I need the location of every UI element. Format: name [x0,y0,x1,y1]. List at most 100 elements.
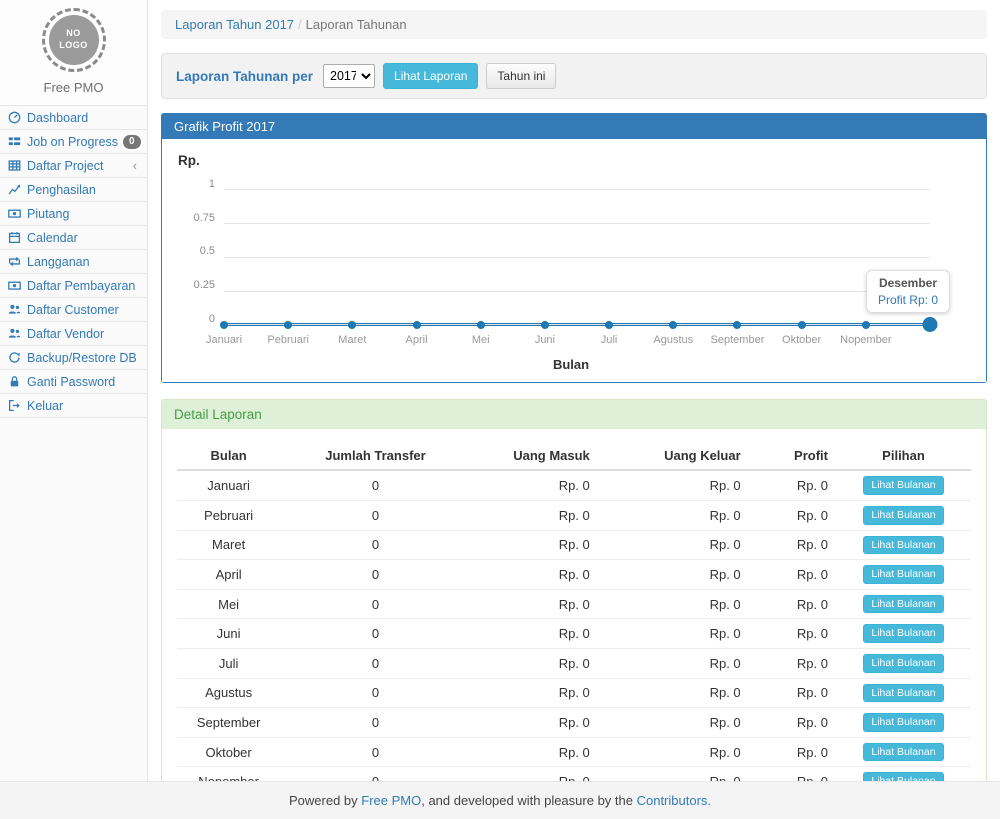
cell: Juli [177,648,280,678]
table-row-mei: Mei0Rp. 0Rp. 0Rp. 0Lihat Bulanan [177,589,971,619]
y-tick-label: 1 [209,178,215,190]
chevron-left-icon: ‹ [133,158,139,173]
view-report-button[interactable]: Lihat Laporan [383,63,478,89]
sidebar-item-ganti-password[interactable]: Ganti Password [0,370,147,394]
this-year-button[interactable]: Tahun ini [486,63,556,89]
breadcrumb-link[interactable]: Laporan Tahun 2017 [175,17,294,32]
sidebar-item-daftar-pembayaran[interactable]: Daftar Pembayaran [0,274,147,298]
sidebar-item-penghasilan[interactable]: Penghasilan [0,178,147,202]
money-icon [8,279,22,293]
cell: Rp. 0 [598,737,749,767]
cell: Rp. 0 [749,619,836,649]
sidebar-item-daftar-vendor[interactable]: Daftar Vendor [0,322,147,346]
table-body: Januari0Rp. 0Rp. 0Rp. 0Lihat BulananPebr… [177,470,971,781]
action-cell: Lihat Bulanan [836,589,971,619]
action-cell: Lihat Bulanan [836,708,971,738]
point-marker[interactable] [923,317,938,332]
list-icon [8,135,22,149]
point-marker [862,321,870,329]
free-pmo-link[interactable]: Free PMO [361,793,421,808]
x-tick-label: Maret [338,334,366,346]
view-monthly-button-september[interactable]: Lihat Bulanan [863,713,943,732]
cell: 0 [280,648,471,678]
contributors-link[interactable]: Contributors. [637,793,711,808]
sidebar-item-daftar-customer[interactable]: Daftar Customer [0,298,147,322]
page: NO LOGO Free PMO DashboardJob on Progres… [0,0,1000,781]
cell: September [177,708,280,738]
column-header-pilihan: Pilihan [836,442,971,470]
refresh-icon [8,351,22,365]
x-tick-label: September [711,334,765,346]
sidebar-item-keluar[interactable]: Keluar [0,394,147,418]
cell: 0 [280,737,471,767]
table-icon [8,159,22,173]
cell: Rp. 0 [471,530,598,560]
cell: Rp. 0 [749,708,836,738]
cell: Rp. 0 [598,767,749,781]
view-monthly-button-maret[interactable]: Lihat Bulanan [863,536,943,555]
cell: Oktober [177,737,280,767]
cell: Rp. 0 [598,500,749,530]
users-icon [8,327,22,341]
view-monthly-button-nopember[interactable]: Lihat Bulanan [863,772,943,781]
cell: April [177,560,280,590]
view-monthly-button-pebruari[interactable]: Lihat Bulanan [863,506,943,525]
sidebar-item-label: Piutang [27,207,139,221]
point-marker [669,321,677,329]
cell: Rp. 0 [471,470,598,500]
y-tick-label: 0.75 [194,212,215,224]
cell: Rp. 0 [749,560,836,590]
breadcrumb: Laporan Tahun 2017/Laporan Tahunan [161,10,987,39]
view-monthly-button-april[interactable]: Lihat Bulanan [863,565,943,584]
profit-chart-panel: Grafik Profit 2017 Rp. Desember Profit R… [161,113,987,383]
column-header-uang-masuk: Uang Masuk [471,442,598,470]
column-header-profit: Profit [749,442,836,470]
cell: 0 [280,500,471,530]
sidebar-item-piutang[interactable]: Piutang [0,202,147,226]
sidebar-item-calendar[interactable]: Calendar [0,226,147,250]
sidebar-item-label: Ganti Password [27,375,139,389]
cell: 0 [280,708,471,738]
sidebar-item-label: Dashboard [27,111,139,125]
action-cell: Lihat Bulanan [836,470,971,500]
view-monthly-button-oktober[interactable]: Lihat Bulanan [863,743,943,762]
point-marker [413,321,421,329]
cell: Rp. 0 [749,767,836,781]
cell: Rp. 0 [749,737,836,767]
point-marker [284,321,292,329]
users-icon [8,303,22,317]
sidebar-item-langganan[interactable]: Langganan [0,250,147,274]
point-marker [220,321,228,329]
chart-line-icon [8,183,22,197]
gridline [224,324,930,325]
action-cell: Lihat Bulanan [836,530,971,560]
sign-out-icon [8,399,22,413]
sidebar-item-label: Daftar Vendor [27,327,139,341]
view-monthly-button-juni[interactable]: Lihat Bulanan [863,624,943,643]
retweet-icon [8,255,22,269]
view-monthly-button-mei[interactable]: Lihat Bulanan [863,595,943,614]
footer-text: Powered by Free PMO, and developed with … [289,793,711,808]
sidebar-item-job-on-progress[interactable]: Job on Progress 0 [0,130,147,154]
sidebar-item-label: Job on Progress [27,135,118,149]
sidebar-item-daftar-project[interactable]: Daftar Project‹ [0,154,147,178]
y-tick-label: 0.25 [194,279,215,291]
view-monthly-button-januari[interactable]: Lihat Bulanan [863,476,943,495]
cell: Rp. 0 [598,560,749,590]
view-monthly-button-juli[interactable]: Lihat Bulanan [863,654,943,673]
lock-icon [8,375,22,389]
detail-report-table: BulanJumlah TransferUang MasukUang Kelua… [177,442,971,781]
x-tick-label: Januari [206,334,242,346]
view-monthly-button-agustus[interactable]: Lihat Bulanan [863,684,943,703]
cell: Rp. 0 [471,678,598,708]
year-select[interactable]: 2017 [323,64,375,88]
count-badge: 0 [123,135,141,149]
sidebar-item-label: Daftar Pembayaran [27,279,139,293]
cell: Rp. 0 [471,737,598,767]
sidebar-item-dashboard[interactable]: Dashboard [0,106,147,130]
cell: Rp. 0 [749,470,836,500]
sidebar-item-backup-restore-db[interactable]: Backup/Restore DB [0,346,147,370]
cell: Rp. 0 [749,589,836,619]
tooltip-title: Desember [878,276,938,290]
gridline [224,189,930,190]
